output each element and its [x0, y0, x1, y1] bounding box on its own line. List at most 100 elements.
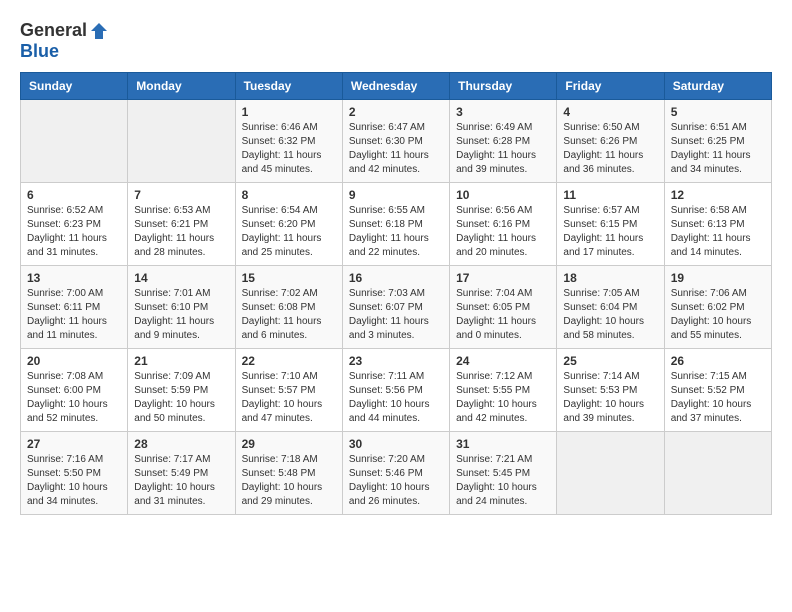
- calendar-cell: 23 Sunrise: 7:11 AMSunset: 5:56 PMDaylig…: [342, 349, 449, 432]
- day-number: 6: [27, 188, 121, 202]
- day-info: Sunrise: 6:57 AMSunset: 6:15 PMDaylight:…: [563, 204, 657, 260]
- calendar-header-row: SundayMondayTuesdayWednesdayThursdayFrid…: [21, 73, 772, 100]
- day-number: 27: [27, 437, 121, 451]
- calendar-cell: 31 Sunrise: 7:21 AMSunset: 5:45 PMDaylig…: [450, 432, 557, 515]
- day-number: 18: [563, 271, 657, 285]
- day-info: Sunrise: 7:20 AMSunset: 5:46 PMDaylight:…: [349, 453, 443, 509]
- day-info: Sunrise: 6:58 AMSunset: 6:13 PMDaylight:…: [671, 204, 765, 260]
- day-number: 25: [563, 354, 657, 368]
- calendar-cell: 6 Sunrise: 6:52 AMSunset: 6:23 PMDayligh…: [21, 183, 128, 266]
- calendar-cell: 5 Sunrise: 6:51 AMSunset: 6:25 PMDayligh…: [664, 100, 771, 183]
- day-info: Sunrise: 7:01 AMSunset: 6:10 PMDaylight:…: [134, 287, 228, 343]
- logo: General Blue: [20, 20, 109, 62]
- calendar-cell: 13 Sunrise: 7:00 AMSunset: 6:11 PMDaylig…: [21, 266, 128, 349]
- calendar-cell: 2 Sunrise: 6:47 AMSunset: 6:30 PMDayligh…: [342, 100, 449, 183]
- day-number: 19: [671, 271, 765, 285]
- calendar-week-3: 13 Sunrise: 7:00 AMSunset: 6:11 PMDaylig…: [21, 266, 772, 349]
- day-number: 16: [349, 271, 443, 285]
- calendar-week-4: 20 Sunrise: 7:08 AMSunset: 6:00 PMDaylig…: [21, 349, 772, 432]
- logo-icon: [89, 21, 109, 41]
- calendar-cell: 1 Sunrise: 6:46 AMSunset: 6:32 PMDayligh…: [235, 100, 342, 183]
- calendar-cell: 30 Sunrise: 7:20 AMSunset: 5:46 PMDaylig…: [342, 432, 449, 515]
- day-info: Sunrise: 7:11 AMSunset: 5:56 PMDaylight:…: [349, 370, 443, 426]
- day-info: Sunrise: 7:00 AMSunset: 6:11 PMDaylight:…: [27, 287, 121, 343]
- day-number: 8: [242, 188, 336, 202]
- calendar-cell: 18 Sunrise: 7:05 AMSunset: 6:04 PMDaylig…: [557, 266, 664, 349]
- day-info: Sunrise: 7:06 AMSunset: 6:02 PMDaylight:…: [671, 287, 765, 343]
- day-number: 7: [134, 188, 228, 202]
- day-number: 1: [242, 105, 336, 119]
- day-number: 22: [242, 354, 336, 368]
- page-header: General Blue: [20, 20, 772, 62]
- calendar-header-tuesday: Tuesday: [235, 73, 342, 100]
- day-info: Sunrise: 7:09 AMSunset: 5:59 PMDaylight:…: [134, 370, 228, 426]
- day-number: 13: [27, 271, 121, 285]
- calendar-cell: 15 Sunrise: 7:02 AMSunset: 6:08 PMDaylig…: [235, 266, 342, 349]
- day-info: Sunrise: 7:05 AMSunset: 6:04 PMDaylight:…: [563, 287, 657, 343]
- day-info: Sunrise: 6:55 AMSunset: 6:18 PMDaylight:…: [349, 204, 443, 260]
- day-info: Sunrise: 6:49 AMSunset: 6:28 PMDaylight:…: [456, 121, 550, 177]
- day-number: 12: [671, 188, 765, 202]
- calendar-header-thursday: Thursday: [450, 73, 557, 100]
- day-number: 20: [27, 354, 121, 368]
- day-info: Sunrise: 7:04 AMSunset: 6:05 PMDaylight:…: [456, 287, 550, 343]
- calendar-cell: 12 Sunrise: 6:58 AMSunset: 6:13 PMDaylig…: [664, 183, 771, 266]
- day-info: Sunrise: 6:46 AMSunset: 6:32 PMDaylight:…: [242, 121, 336, 177]
- day-info: Sunrise: 6:51 AMSunset: 6:25 PMDaylight:…: [671, 121, 765, 177]
- calendar-cell: [21, 100, 128, 183]
- day-number: 15: [242, 271, 336, 285]
- day-info: Sunrise: 7:15 AMSunset: 5:52 PMDaylight:…: [671, 370, 765, 426]
- day-number: 21: [134, 354, 228, 368]
- calendar-cell: 25 Sunrise: 7:14 AMSunset: 5:53 PMDaylig…: [557, 349, 664, 432]
- calendar-cell: [557, 432, 664, 515]
- day-info: Sunrise: 6:56 AMSunset: 6:16 PMDaylight:…: [456, 204, 550, 260]
- day-info: Sunrise: 6:52 AMSunset: 6:23 PMDaylight:…: [27, 204, 121, 260]
- calendar-header-saturday: Saturday: [664, 73, 771, 100]
- day-number: 29: [242, 437, 336, 451]
- calendar-cell: 24 Sunrise: 7:12 AMSunset: 5:55 PMDaylig…: [450, 349, 557, 432]
- calendar-week-2: 6 Sunrise: 6:52 AMSunset: 6:23 PMDayligh…: [21, 183, 772, 266]
- day-info: Sunrise: 6:54 AMSunset: 6:20 PMDaylight:…: [242, 204, 336, 260]
- calendar-cell: 10 Sunrise: 6:56 AMSunset: 6:16 PMDaylig…: [450, 183, 557, 266]
- day-info: Sunrise: 7:18 AMSunset: 5:48 PMDaylight:…: [242, 453, 336, 509]
- day-number: 11: [563, 188, 657, 202]
- day-number: 4: [563, 105, 657, 119]
- calendar-cell: 26 Sunrise: 7:15 AMSunset: 5:52 PMDaylig…: [664, 349, 771, 432]
- calendar-cell: 21 Sunrise: 7:09 AMSunset: 5:59 PMDaylig…: [128, 349, 235, 432]
- day-number: 30: [349, 437, 443, 451]
- day-number: 17: [456, 271, 550, 285]
- calendar-cell: [664, 432, 771, 515]
- day-info: Sunrise: 7:12 AMSunset: 5:55 PMDaylight:…: [456, 370, 550, 426]
- logo-general-text: General: [20, 20, 87, 41]
- calendar-cell: 3 Sunrise: 6:49 AMSunset: 6:28 PMDayligh…: [450, 100, 557, 183]
- day-number: 24: [456, 354, 550, 368]
- calendar-cell: 11 Sunrise: 6:57 AMSunset: 6:15 PMDaylig…: [557, 183, 664, 266]
- calendar-cell: 28 Sunrise: 7:17 AMSunset: 5:49 PMDaylig…: [128, 432, 235, 515]
- day-number: 28: [134, 437, 228, 451]
- day-number: 3: [456, 105, 550, 119]
- calendar-cell: 19 Sunrise: 7:06 AMSunset: 6:02 PMDaylig…: [664, 266, 771, 349]
- day-number: 14: [134, 271, 228, 285]
- calendar-cell: [128, 100, 235, 183]
- calendar-cell: 16 Sunrise: 7:03 AMSunset: 6:07 PMDaylig…: [342, 266, 449, 349]
- calendar-cell: 17 Sunrise: 7:04 AMSunset: 6:05 PMDaylig…: [450, 266, 557, 349]
- day-info: Sunrise: 7:14 AMSunset: 5:53 PMDaylight:…: [563, 370, 657, 426]
- calendar-body: 1 Sunrise: 6:46 AMSunset: 6:32 PMDayligh…: [21, 100, 772, 515]
- day-info: Sunrise: 6:47 AMSunset: 6:30 PMDaylight:…: [349, 121, 443, 177]
- calendar-cell: 29 Sunrise: 7:18 AMSunset: 5:48 PMDaylig…: [235, 432, 342, 515]
- day-info: Sunrise: 7:08 AMSunset: 6:00 PMDaylight:…: [27, 370, 121, 426]
- calendar-cell: 22 Sunrise: 7:10 AMSunset: 5:57 PMDaylig…: [235, 349, 342, 432]
- day-number: 5: [671, 105, 765, 119]
- calendar-cell: 14 Sunrise: 7:01 AMSunset: 6:10 PMDaylig…: [128, 266, 235, 349]
- day-number: 26: [671, 354, 765, 368]
- day-number: 31: [456, 437, 550, 451]
- day-info: Sunrise: 7:21 AMSunset: 5:45 PMDaylight:…: [456, 453, 550, 509]
- calendar-header-monday: Monday: [128, 73, 235, 100]
- calendar-cell: 20 Sunrise: 7:08 AMSunset: 6:00 PMDaylig…: [21, 349, 128, 432]
- calendar-week-5: 27 Sunrise: 7:16 AMSunset: 5:50 PMDaylig…: [21, 432, 772, 515]
- day-info: Sunrise: 7:03 AMSunset: 6:07 PMDaylight:…: [349, 287, 443, 343]
- day-info: Sunrise: 7:10 AMSunset: 5:57 PMDaylight:…: [242, 370, 336, 426]
- day-number: 23: [349, 354, 443, 368]
- day-number: 2: [349, 105, 443, 119]
- calendar-cell: 27 Sunrise: 7:16 AMSunset: 5:50 PMDaylig…: [21, 432, 128, 515]
